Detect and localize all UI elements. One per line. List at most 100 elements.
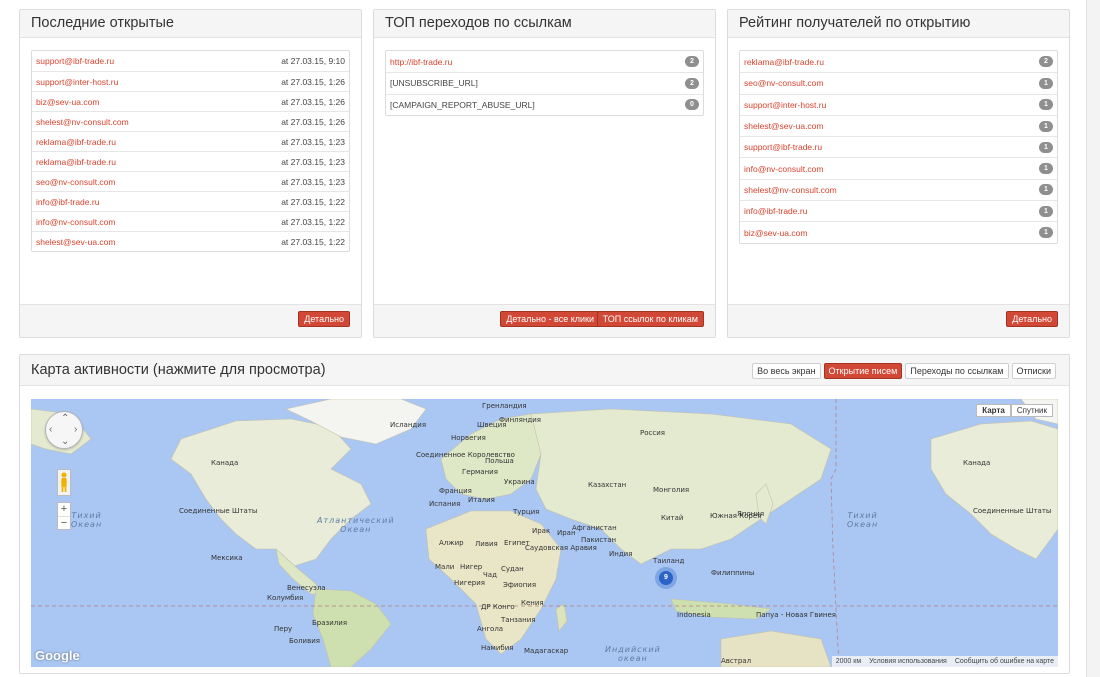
details-all-clicks-button[interactable]: Детально - все клики — [500, 311, 600, 327]
dashboard-page: Последние открытые support@ibf-trade.ru a… — [0, 0, 1100, 677]
top-links-list: http://ibf-trade.ru 2 [UNSUBSCRIBE_URL] 2 [C… — [385, 50, 704, 116]
recipient-email-link[interactable]: reklama@ibf-trade.ru — [36, 157, 116, 167]
terms-link[interactable]: Условия использования — [865, 656, 951, 667]
map-label-iraq: Ирак — [532, 527, 551, 535]
zoom-out-icon[interactable]: − — [58, 516, 70, 529]
recipient-email-link[interactable]: seo@nv-consult.com — [744, 78, 824, 88]
map-label-madagascar: Мадагаскар — [524, 647, 569, 655]
recipient-email-link[interactable]: biz@sev-ua.com — [744, 228, 807, 238]
table-row: support@ibf-trade.ru at 27.03.15, 9:10 — [32, 51, 349, 71]
map-label-usa-right: Соединенные Штаты — [973, 507, 1052, 515]
table-row: biz@sev-ua.com at 27.03.15, 1:26 — [32, 91, 349, 111]
map-label-tanzania: Танзания — [501, 616, 536, 624]
table-row: biz@sev-ua.com 1 — [740, 221, 1057, 242]
map-label-usa: Соединенные Штаты — [179, 507, 258, 515]
recipient-email-link[interactable]: info@ibf-trade.ru — [36, 197, 99, 207]
report-error-link[interactable]: Сообщить об ошибке на карте — [951, 656, 1058, 667]
recipient-email-link[interactable]: seo@nv-consult.com — [36, 177, 116, 187]
open-count-badge: 1 — [1039, 184, 1053, 196]
map-label-kazakhstan: Казахстан — [588, 481, 627, 489]
click-count-badge: 0 — [685, 99, 699, 111]
open-timestamp: at 27.03.15, 1:23 — [281, 136, 345, 147]
recipient-email-link[interactable]: info@nv-consult.com — [744, 164, 824, 174]
link-url: [UNSUBSCRIBE_URL] — [390, 78, 478, 89]
page-scrollbar[interactable] — [1086, 0, 1100, 677]
map-type-map-button[interactable]: Карта — [976, 404, 1011, 417]
top-links-by-clicks-button[interactable]: ТОП ссылок по кликам — [596, 311, 704, 327]
recipient-email-link[interactable]: info@ibf-trade.ru — [744, 206, 807, 216]
recipient-email-link[interactable]: shelest@sev-ua.com — [744, 121, 824, 131]
recipient-email-link[interactable]: shelest@sev-ua.com — [36, 237, 116, 247]
map-label-ethiopia: Эфиопия — [503, 581, 537, 589]
map-label-japan: Япония — [737, 510, 765, 518]
map-label-angola: Ангола — [477, 625, 504, 633]
world-map[interactable]: Гренландия Исландия Норвегия Швеция Финл… — [31, 399, 1058, 667]
link-url[interactable]: http://ibf-trade.ru — [390, 57, 452, 67]
recent-opens-panel: Последние открытые support@ibf-trade.ru a… — [19, 9, 362, 338]
recent-details-button[interactable]: Детально — [298, 311, 350, 327]
map-label-pacific-ocean-right: Тихий Океан — [847, 511, 879, 529]
pan-up-icon[interactable]: ⌃ — [61, 414, 69, 424]
street-view-pegman-icon[interactable] — [57, 469, 71, 496]
map-label-spain: Испания — [429, 500, 461, 508]
table-row: info@nv-consult.com 1 — [740, 157, 1057, 178]
map-mode-tab[interactable]: Открытие писем — [823, 363, 903, 379]
click-count-badge: 2 — [685, 77, 699, 89]
open-timestamp: at 27.03.15, 1:22 — [281, 236, 345, 247]
map-label-drc: ДР Конго — [481, 603, 515, 611]
table-row: reklama@ibf-trade.ru at 27.03.15, 1:23 — [32, 131, 349, 151]
map-attribution: 2000 км Условия использования Сообщить о… — [831, 656, 1058, 667]
map-mode-tab[interactable]: Во весь экран — [752, 363, 821, 379]
activity-map-panel: Карта активности (нажмите для просмотра)… — [19, 354, 1070, 674]
recipient-email-link[interactable]: info@nv-consult.com — [36, 217, 116, 227]
recipients-rating-list: reklama@ibf-trade.ru 2 seo@nv-consult.com 1… — [739, 50, 1058, 244]
map-label-indonesia: Indonesia — [677, 611, 711, 619]
map-label-china: Китай — [661, 514, 684, 522]
map-label-turkey: Турция — [513, 508, 540, 516]
open-count-badge: 1 — [1039, 227, 1053, 239]
recipient-email-link[interactable]: reklama@ibf-trade.ru — [36, 137, 116, 147]
recent-opens-title: Последние открытые — [20, 10, 361, 38]
recipient-email-link[interactable]: shelest@nv-consult.com — [744, 185, 837, 195]
open-count-badge: 1 — [1039, 141, 1053, 153]
pan-down-icon[interactable]: ⌄ — [61, 437, 69, 447]
map-label-mongolia: Монголия — [653, 486, 690, 494]
recipient-email-link[interactable]: support@ibf-trade.ru — [36, 56, 114, 66]
table-row: reklama@ibf-trade.ru at 27.03.15, 1:23 — [32, 151, 349, 171]
table-row: info@ibf-trade.ru 1 — [740, 200, 1057, 221]
map-label-venezuela: Венесуэла — [287, 584, 326, 592]
zoom-in-icon[interactable]: + — [58, 503, 70, 516]
open-count-badge: 1 — [1039, 205, 1053, 217]
recipient-email-link[interactable]: shelest@nv-consult.com — [36, 117, 129, 127]
map-label-italy: Италия — [468, 496, 495, 504]
cluster-count: 9 — [659, 571, 673, 585]
recipient-email-link[interactable]: support@inter-host.ru — [744, 100, 826, 110]
map-label-colombia: Колумбия — [267, 594, 304, 602]
recipient-email-link[interactable]: reklama@ibf-trade.ru — [744, 57, 824, 67]
map-label-iceland: Исландия — [390, 421, 427, 429]
map-label-libya: Ливия — [475, 540, 498, 548]
recipient-email-link[interactable]: support@inter-host.ru — [36, 77, 118, 87]
recipient-email-link[interactable]: support@ibf-trade.ru — [744, 142, 822, 152]
open-count-badge: 1 — [1039, 120, 1053, 132]
pan-left-icon[interactable]: ‹ — [49, 425, 52, 435]
recipient-email-link[interactable]: biz@sev-ua.com — [36, 97, 99, 107]
map-type-satellite-button[interactable]: Спутник — [1010, 404, 1053, 417]
open-timestamp: at 27.03.15, 9:10 — [281, 56, 345, 66]
map-label-canada-right: Канада — [963, 459, 991, 467]
map-mode-tab[interactable]: Отписки — [1011, 363, 1056, 379]
pan-right-icon[interactable]: › — [74, 425, 77, 435]
table-row: shelest@nv-consult.com at 27.03.15, 1:26 — [32, 111, 349, 131]
map-marker-cluster[interactable]: 9 — [655, 567, 677, 589]
table-row: info@nv-consult.com at 27.03.15, 1:22 — [32, 211, 349, 231]
map-label-bolivia: Боливия — [289, 637, 320, 645]
map-pan-control[interactable]: ⌃ ⌄ ‹ › — [45, 411, 83, 449]
map-label-greenland: Гренландия — [482, 402, 527, 410]
map-label-finland: Финляндия — [499, 416, 542, 424]
map-label-peru: Перу — [274, 625, 293, 633]
recipients-rating-panel: Рейтинг получателей по открытию reklama@… — [727, 9, 1070, 338]
map-label-mali: Мали — [435, 563, 455, 571]
map-label-namibia: Намибия — [481, 644, 514, 652]
map-mode-tab[interactable]: Переходы по ссылкам — [905, 363, 1009, 379]
rating-details-button[interactable]: Детально — [1006, 311, 1058, 327]
